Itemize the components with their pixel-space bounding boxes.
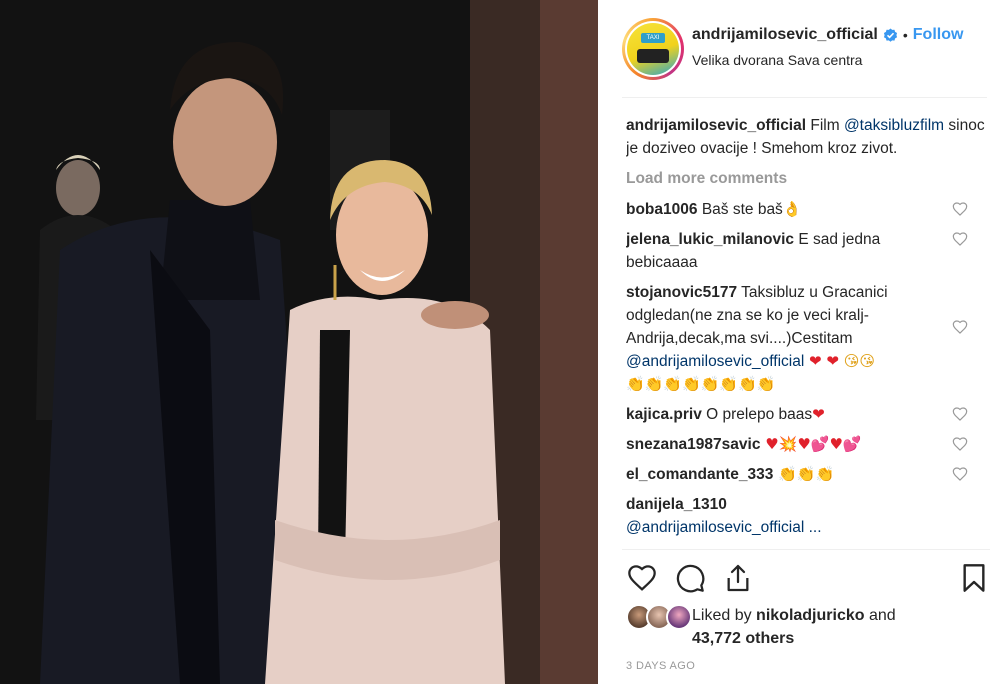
comment-username[interactable]: jelena_lukic_milanovic [626,231,794,248]
comment-username[interactable]: boba1006 [626,201,698,218]
comment-emoji: 👏👏👏 [773,465,835,483]
caption-mention[interactable]: @taksibluzfilm [844,117,944,134]
avatar[interactable]: TAXI [622,18,684,80]
caption-username[interactable]: andrijamilosevic_official [626,117,806,134]
comment-text: O prelepo baas [701,406,813,423]
liker-avatar [666,604,692,630]
comment-mention[interactable]: @andrijamilosevic_official ... [626,519,822,536]
comment-emoji: 👌 [782,200,802,218]
post-actions: Liked by nikoladjuricko and 43,772 others… [622,549,990,679]
heart-outline-icon[interactable] [626,562,658,594]
comment-item: jelena_lukic_milanovic E sad jedna bebic… [626,228,988,274]
share-arrow-icon[interactable] [722,562,754,594]
avatar-car [637,49,669,63]
comment-emoji: ❤ ❤ [804,352,844,370]
caption-text: Film [806,117,844,134]
post-timestamp[interactable]: 3 DAYS AGO [626,660,695,672]
comment-username[interactable]: el_comandante_333 [626,466,773,483]
comment-like-icon[interactable] [952,201,968,217]
location-link[interactable]: Velika dvorana Sava centra [692,52,862,68]
post-photo-illustration [0,0,598,684]
likes-middle: and [864,607,896,624]
likes-others[interactable]: 43,772 others [692,630,794,647]
comment-item: snezana1987savic ♥💥♥💕♥💕 [626,433,988,456]
speech-bubble-icon[interactable] [674,562,706,594]
likes-text: Liked by nikoladjuricko and 43,772 others [692,604,896,650]
comment-item: danijela_1310 @andrijamilosevic_official … [626,493,988,539]
avatar-taxi-badge: TAXI [641,33,665,43]
comment-like-icon[interactable] [952,436,968,452]
comment-mention[interactable]: @andrijamilosevic_official [626,353,804,370]
comment-text: Baš ste baš [697,201,783,218]
comment-like-icon[interactable] [952,231,968,247]
comment-username[interactable]: kajica.priv [626,406,702,423]
likes-prefix: Liked by [692,607,757,624]
comments-list[interactable]: andrijamilosevic_official Film @taksiblu… [626,114,988,549]
comment-like-icon[interactable] [952,466,968,482]
post-side-panel: TAXI andrijamilosevic_official • Follow … [598,0,1000,684]
follow-button[interactable]: Follow [913,26,964,44]
comment-like-icon[interactable] [952,319,968,335]
likes-summary: Liked by nikoladjuricko and 43,772 others [622,604,896,650]
comment-username[interactable]: stojanovic5177 [626,284,737,301]
comment-emoji: 😘😘 [843,352,876,370]
comment-emoji: ❤ [812,405,825,423]
header-user-line: andrijamilosevic_official • Follow [692,26,963,44]
liker-avatars[interactable] [622,604,692,632]
comment-username[interactable]: snezana1987savic [626,436,760,453]
comment-emoji: 👏👏👏👏👏👏👏👏 [626,375,776,393]
verified-badge-icon [883,27,897,42]
bookmark-icon[interactable] [958,562,990,594]
post-photo[interactable] [0,0,598,684]
comment-item: el_comandante_333 👏👏👏 [626,463,988,486]
post-caption: andrijamilosevic_official Film @taksiblu… [626,114,988,160]
comment-like-icon[interactable] [952,406,968,422]
load-more-comments-button[interactable]: Load more comments [626,167,988,190]
comment-item: stojanovic5177 Taksibluz u Gracanici odg… [626,281,988,396]
comment-item: boba1006 Baš ste baš👌 [626,198,988,221]
separator-dot: • [902,27,908,43]
comment-item: kajica.priv O prelepo baas❤ [626,403,988,426]
header-username[interactable]: andrijamilosevic_official [692,26,878,44]
likes-user[interactable]: nikoladjuricko [756,607,864,624]
comment-emoji: ♥💥♥💕♥💕 [760,435,862,453]
post-header: TAXI andrijamilosevic_official • Follow … [622,14,987,98]
comment-username[interactable]: danijela_1310 [626,496,727,513]
